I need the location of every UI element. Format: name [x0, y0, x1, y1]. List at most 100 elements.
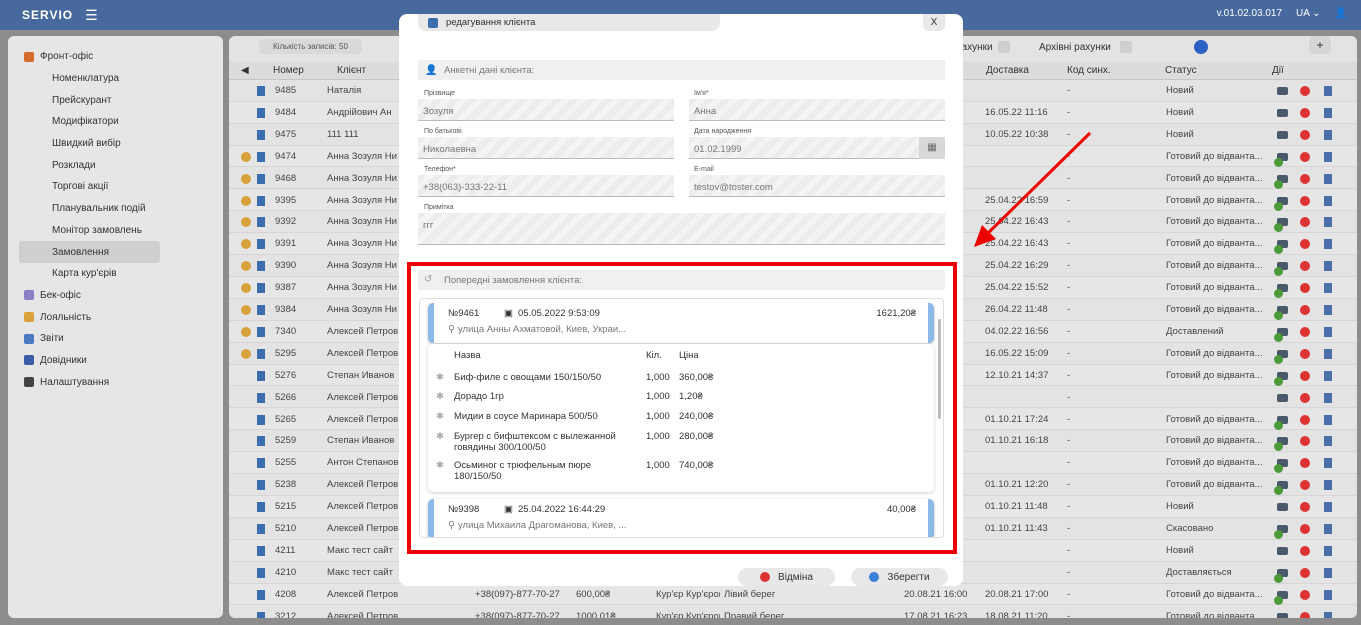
cancel-icon[interactable]: [1300, 567, 1310, 578]
sidebar-item[interactable]: Налаштування: [8, 371, 223, 393]
delete-icon[interactable]: [1324, 545, 1332, 556]
cancel-icon[interactable]: [1300, 129, 1310, 140]
cancel-icon[interactable]: [1300, 392, 1310, 403]
table-row[interactable]: 4208 Алексей Петров +38(097)-877-70-27 600,…: [229, 583, 1357, 606]
sidebar-item[interactable]: Довідники: [8, 350, 223, 372]
patronymic-field[interactable]: Николаевна: [418, 137, 674, 159]
cancel-icon[interactable]: [1300, 502, 1310, 513]
document-icon[interactable]: [257, 348, 265, 359]
note-textarea[interactable]: ггг: [418, 213, 945, 245]
document-icon[interactable]: [257, 326, 265, 337]
col-sync[interactable]: Код синх.: [1067, 65, 1111, 76]
birth-date-field[interactable]: 01.02.1999: [689, 137, 919, 159]
sidebar-item[interactable]: Лояльність: [8, 306, 223, 328]
cancel-icon[interactable]: [1300, 348, 1310, 359]
delete-icon[interactable]: [1324, 305, 1332, 315]
document-icon[interactable]: [257, 261, 265, 272]
delete-icon[interactable]: [1324, 173, 1332, 184]
print-icon[interactable]: [1277, 87, 1288, 95]
col-status[interactable]: Статус: [1165, 65, 1197, 76]
tab-archive[interactable]: Архівні рахунки: [1039, 42, 1111, 53]
delete-icon[interactable]: [1324, 502, 1332, 513]
phone-field[interactable]: +38(063)-333-22-11: [418, 175, 674, 197]
delete-icon[interactable]: [1324, 370, 1332, 381]
document-icon[interactable]: [257, 524, 265, 534]
delete-icon[interactable]: [1324, 129, 1332, 140]
delete-icon[interactable]: [1324, 107, 1332, 118]
document-icon[interactable]: [257, 370, 265, 381]
delete-icon[interactable]: [1324, 151, 1332, 162]
surname-field[interactable]: Зозуля: [418, 99, 674, 121]
cancel-icon[interactable]: [1300, 283, 1310, 294]
cancel-icon[interactable]: [1300, 414, 1310, 425]
delete-icon[interactable]: [1324, 283, 1332, 294]
delete-icon[interactable]: [1324, 239, 1332, 250]
cancel-icon[interactable]: [1300, 107, 1310, 118]
cancel-icon[interactable]: [1300, 589, 1310, 600]
delete-icon[interactable]: [1324, 436, 1332, 447]
document-icon[interactable]: [257, 305, 265, 315]
print-icon[interactable]: [1277, 130, 1288, 139]
cancel-icon[interactable]: [1300, 217, 1310, 228]
cancel-icon[interactable]: [1300, 524, 1310, 534]
delete-icon[interactable]: [1324, 611, 1332, 618]
cancel-icon[interactable]: [1300, 305, 1310, 315]
delete-icon[interactable]: [1324, 217, 1332, 228]
delete-icon[interactable]: [1324, 261, 1332, 272]
accounts-checkbox[interactable]: [998, 41, 1010, 53]
print-icon[interactable]: [1277, 546, 1288, 555]
sidebar-item[interactable]: Розклади: [8, 154, 223, 176]
cancel-icon[interactable]: [1300, 239, 1310, 250]
delete-icon[interactable]: [1324, 589, 1332, 600]
sidebar-item[interactable]: Фронт-офіс: [8, 46, 223, 68]
col-delivery[interactable]: Доставка: [986, 65, 1029, 76]
sidebar-item[interactable]: Звіти: [8, 328, 223, 350]
document-icon[interactable]: [257, 567, 265, 578]
document-icon[interactable]: [257, 129, 265, 140]
delete-icon[interactable]: [1324, 567, 1332, 578]
document-icon[interactable]: [257, 151, 265, 162]
document-icon[interactable]: [257, 502, 265, 513]
cancel-icon[interactable]: [1300, 436, 1310, 447]
save-button[interactable]: Зберегти: [851, 568, 948, 586]
sidebar-item[interactable]: Прейскурант: [8, 89, 223, 111]
email-field[interactable]: testov@toster.com: [689, 175, 945, 197]
user-icon[interactable]: 👤: [1335, 8, 1347, 19]
cancel-icon[interactable]: [1300, 611, 1310, 618]
document-icon[interactable]: [257, 545, 265, 556]
sidebar-item[interactable]: Монітор замовлень: [8, 220, 223, 242]
document-icon[interactable]: [257, 414, 265, 425]
add-button[interactable]: +: [1309, 36, 1331, 54]
cancel-icon[interactable]: [1300, 151, 1310, 162]
delete-icon[interactable]: [1324, 414, 1332, 425]
table-row[interactable]: 3212 Алексей Петров +38(097)-877-70-27 1000…: [229, 606, 1357, 618]
print-icon[interactable]: [1277, 393, 1288, 402]
cancel-icon[interactable]: [1300, 326, 1310, 337]
sidebar-item[interactable]: Замовлення: [19, 241, 160, 263]
close-button[interactable]: X: [923, 14, 945, 31]
sync-icon[interactable]: [1194, 40, 1208, 54]
print-icon[interactable]: [1277, 503, 1288, 512]
delete-icon[interactable]: [1324, 195, 1332, 206]
delete-icon[interactable]: [1324, 86, 1332, 96]
sidebar-item[interactable]: Номенклатура: [8, 68, 223, 90]
sidebar-item[interactable]: Бек-офіс: [8, 285, 223, 307]
print-icon[interactable]: [1277, 108, 1288, 117]
document-icon[interactable]: [257, 173, 265, 184]
sidebar-item[interactable]: Швидкий вибір: [8, 133, 223, 155]
language-select[interactable]: UA ⌄: [1296, 8, 1321, 19]
document-icon[interactable]: [257, 107, 265, 118]
cancel-icon[interactable]: [1300, 261, 1310, 272]
cancel-icon[interactable]: [1300, 173, 1310, 184]
cancel-icon[interactable]: [1300, 86, 1310, 96]
scroll-left-icon[interactable]: ◀: [241, 65, 249, 76]
archive-checkbox[interactable]: [1120, 41, 1132, 53]
records-count-select[interactable]: Кількість записів: 50: [259, 39, 362, 54]
cancel-icon[interactable]: [1300, 370, 1310, 381]
delete-icon[interactable]: [1324, 392, 1332, 403]
cancel-button[interactable]: Відміна: [738, 568, 835, 586]
document-icon[interactable]: [257, 217, 265, 228]
document-icon[interactable]: [257, 436, 265, 447]
sidebar-item[interactable]: Карта кур'єрів: [8, 263, 223, 285]
delete-icon[interactable]: [1324, 524, 1332, 534]
